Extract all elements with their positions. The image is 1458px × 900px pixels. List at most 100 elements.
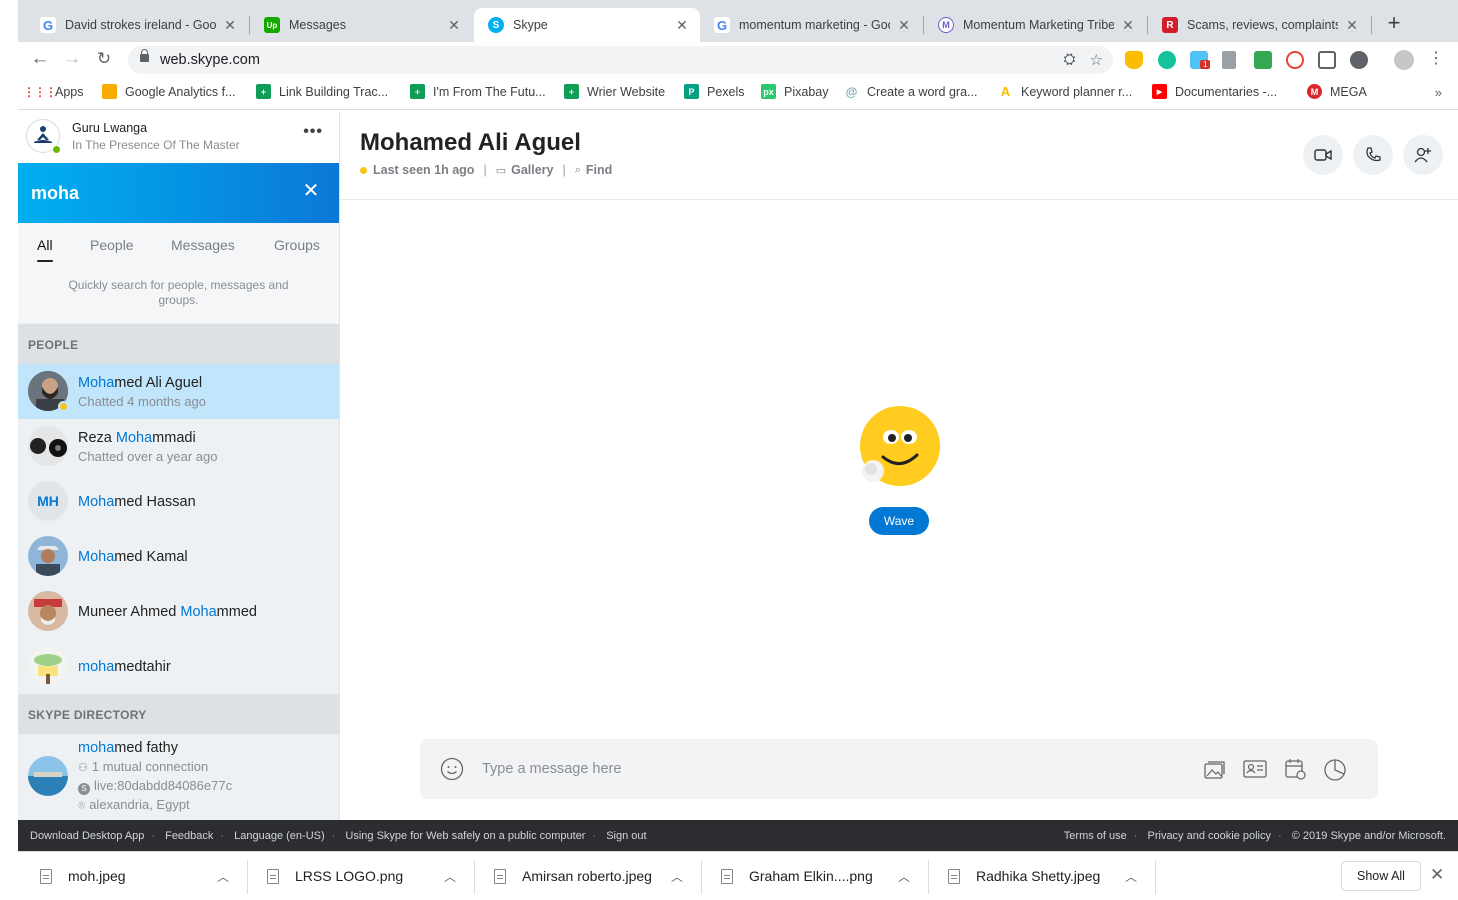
- ripoff-report-icon: R: [1162, 17, 1178, 33]
- chat-header: Mohamed Ali Aguel Last seen 1h ago | ▭ G…: [340, 111, 1458, 200]
- contact-result-mohamed-ali-aguel[interactable]: Mohamed Ali Aguel Chatted 4 months ago: [18, 364, 339, 419]
- reload-icon[interactable]: ↻: [92, 48, 116, 72]
- chevron-up-icon[interactable]: ︿: [213, 868, 233, 885]
- tab-close-icon[interactable]: ✕: [896, 17, 912, 34]
- contact-result-reza-mohammadi[interactable]: Reza Mohammadi Chatted over a year ago: [18, 419, 339, 474]
- more-options-icon[interactable]: •••: [303, 123, 323, 141]
- tab-groups[interactable]: Groups: [274, 237, 320, 253]
- gallery-link[interactable]: Gallery: [511, 163, 553, 177]
- bookmark-mega[interactable]: M MEGA: [1307, 84, 1367, 99]
- skype-icon: S: [78, 783, 90, 795]
- bookmark-wrier-website[interactable]: + Wrier Website: [564, 84, 665, 99]
- chevron-up-icon[interactable]: ︿: [667, 868, 687, 885]
- profile-name: Guru Lwanga: [72, 121, 148, 135]
- tab-google-david[interactable]: G David strokes ireland - Goog ✕: [26, 8, 248, 42]
- contact-result-mohamed-hassan[interactable]: MH Mohamed Hassan: [18, 474, 339, 529]
- video-call-button[interactable]: [1303, 135, 1343, 175]
- close-search-icon[interactable]: ✕: [301, 181, 321, 201]
- keep-extension-icon[interactable]: [1125, 51, 1143, 69]
- tab-skype[interactable]: S Skype ✕: [474, 8, 700, 42]
- bookmark-google-analytics[interactable]: Google Analytics f...: [102, 84, 235, 99]
- tab-all[interactable]: All: [36, 237, 53, 262]
- download-item[interactable]: moh.jpeg ︿: [18, 860, 245, 892]
- browser-menu-icon[interactable]: ⋮: [1424, 48, 1448, 72]
- sign-out-link[interactable]: Sign out: [606, 830, 646, 842]
- wave-button[interactable]: Wave: [869, 507, 929, 535]
- bookmark-pexels[interactable]: P Pexels: [684, 84, 745, 99]
- chevron-up-icon[interactable]: ︿: [440, 868, 460, 885]
- media-gallery-icon[interactable]: [1202, 756, 1228, 782]
- schedule-call-icon[interactable]: [1282, 756, 1308, 782]
- download-filename: Amirsan roberto.jpeg: [522, 868, 652, 884]
- tab-close-icon[interactable]: ✕: [222, 17, 238, 34]
- download-extension-icon[interactable]: [1222, 51, 1236, 69]
- download-desktop-app-link[interactable]: Download Desktop App: [30, 830, 144, 842]
- emoji-icon[interactable]: [440, 757, 464, 781]
- translate-icon[interactable]: ⛭: [1064, 51, 1076, 69]
- contact-avatar: [28, 426, 68, 466]
- new-tab-button[interactable]: +: [1382, 12, 1406, 36]
- tab-momentum-tribe[interactable]: M Momentum Marketing Tribe ✕: [924, 8, 1146, 42]
- mega-extension-icon[interactable]: [1350, 51, 1368, 69]
- window-extension-icon[interactable]: [1318, 51, 1336, 69]
- chevron-up-icon[interactable]: ︿: [894, 868, 914, 885]
- close-downloads-icon[interactable]: ✕: [1430, 865, 1444, 885]
- show-all-downloads-button[interactable]: Show All: [1341, 861, 1421, 891]
- chat-contact-name[interactable]: Mohamed Ali Aguel: [360, 129, 581, 157]
- block-extension-icon[interactable]: [1286, 51, 1304, 69]
- grammarly-extension-icon[interactable]: [1158, 51, 1176, 69]
- bookmark-keyword-planner[interactable]: A Keyword planner r...: [998, 84, 1132, 99]
- bookmark-pixabay[interactable]: px Pixabay: [761, 84, 828, 99]
- contact-result-mohamedtahir[interactable]: mohamedtahir: [18, 639, 339, 694]
- tab-people[interactable]: People: [90, 237, 134, 253]
- bookmark-from-future[interactable]: + I'm From The Futu...: [410, 84, 546, 99]
- tab-close-icon[interactable]: ✕: [1344, 17, 1360, 34]
- bookmark-word-graph[interactable]: @ Create a word gra...: [844, 84, 978, 99]
- contact-result-mohamed-kamal[interactable]: Mohamed Kamal: [18, 529, 339, 584]
- bookmarks-overflow-icon[interactable]: »: [1435, 85, 1442, 100]
- chevron-up-icon[interactable]: ︿: [1121, 868, 1141, 885]
- bookmark-star-icon[interactable]: ☆: [1090, 51, 1103, 69]
- download-item[interactable]: LRSS LOGO.png ︿: [245, 860, 472, 892]
- google-icon: G: [714, 17, 730, 33]
- audio-call-button[interactable]: [1353, 135, 1393, 175]
- download-item[interactable]: Graham Elkin....png ︿: [699, 860, 926, 892]
- bookmark-documentaries[interactable]: ▶ Documentaries -...: [1152, 84, 1277, 99]
- tab-messages[interactable]: Messages: [171, 237, 235, 253]
- feedback-link[interactable]: Feedback: [165, 830, 213, 842]
- tab-upwork-messages[interactable]: Up Messages ✕: [250, 8, 472, 42]
- bookmark-label: Keyword planner r...: [1021, 84, 1133, 99]
- terms-of-use-link[interactable]: Terms of use: [1064, 830, 1127, 842]
- tab-close-icon[interactable]: ✕: [1120, 17, 1136, 34]
- forward-icon[interactable]: →: [60, 48, 84, 72]
- directory-result-mohamed-fathy[interactable]: mohamed fathy ⚇ 1 mutual connection Slive…: [18, 734, 339, 820]
- bookmark-apps[interactable]: ⋮⋮⋮ Apps: [23, 84, 84, 99]
- search-input[interactable]: [31, 178, 291, 208]
- message-input[interactable]: [482, 757, 1082, 781]
- download-item[interactable]: Radhika Shetty.jpeg ︿: [926, 860, 1153, 892]
- tab-google-momentum[interactable]: G momentum marketing - Goo ✕: [700, 8, 922, 42]
- profile-header[interactable]: Guru Lwanga In The Presence Of The Maste…: [18, 111, 339, 163]
- download-item[interactable]: Amirsan roberto.jpeg ︿: [472, 860, 699, 892]
- find-link[interactable]: Find: [586, 163, 612, 177]
- add-people-button[interactable]: [1403, 135, 1443, 175]
- tray-extension-icon[interactable]: [1254, 51, 1272, 69]
- bookmark-link-building[interactable]: + Link Building Trac...: [256, 84, 388, 99]
- mail-extension-icon[interactable]: 1: [1190, 51, 1211, 69]
- tab-ripoff-report[interactable]: R Scams, reviews, complaints, ✕: [1148, 8, 1370, 42]
- pixabay-icon: px: [761, 84, 776, 99]
- youtube-icon: ▶: [1152, 84, 1167, 99]
- profile-avatar-icon[interactable]: [1394, 50, 1414, 70]
- privacy-policy-link[interactable]: Privacy and cookie policy: [1148, 830, 1272, 842]
- contact-card-icon[interactable]: [1242, 756, 1268, 782]
- back-icon[interactable]: ←: [28, 48, 52, 72]
- contact-result-muneer-ahmed-mohammed[interactable]: Muneer Ahmed Mohammed: [18, 584, 339, 639]
- public-computer-safety-link[interactable]: Using Skype for Web safely on a public c…: [345, 830, 585, 842]
- address-bar[interactable]: web.skype.com ⛭ ☆: [128, 46, 1113, 74]
- message-composer: [420, 739, 1378, 799]
- tab-close-icon[interactable]: ✕: [674, 17, 690, 34]
- poll-icon[interactable]: [1322, 756, 1348, 782]
- google-ads-icon: A: [1000, 84, 1011, 99]
- language-link[interactable]: Language (en-US): [234, 830, 325, 842]
- tab-close-icon[interactable]: ✕: [446, 17, 462, 34]
